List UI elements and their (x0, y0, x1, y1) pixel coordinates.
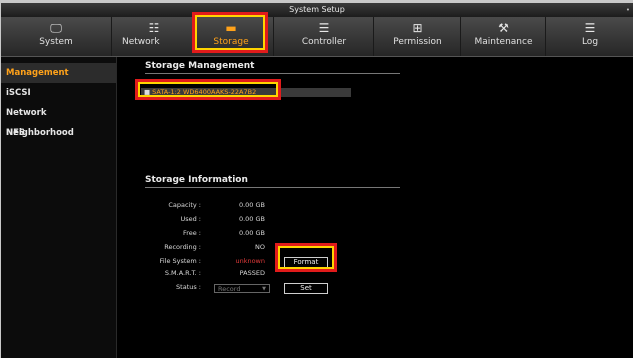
status-select-value: Record (218, 285, 241, 293)
storage-tab-highlight (192, 12, 268, 53)
sidebar-item-network-neighborhood[interactable]: Network Neighborhood (1, 103, 116, 138)
tab-permission[interactable]: ⊞ Permission (373, 17, 461, 56)
chevron-down-icon: ▼ (262, 286, 266, 292)
window-title: System Setup (289, 5, 345, 14)
storage-management-title: Storage Management (145, 61, 400, 74)
disk-highlight (135, 79, 281, 100)
status-label: Status : (176, 283, 201, 291)
permission-icon: ⊞ (412, 21, 423, 35)
log-icon: ☰ (584, 21, 596, 35)
tab-permission-label: Permission (393, 37, 442, 47)
filesystem-value: unknown (235, 257, 265, 265)
used-label: Used : (180, 215, 201, 223)
monitor-icon: 🖵 (50, 21, 62, 35)
filesystem-label: File System : (159, 257, 201, 265)
set-button[interactable]: Set (284, 283, 328, 294)
tab-network-label: Network (122, 37, 160, 47)
format-highlight (275, 243, 337, 272)
capacity-row: Capacity : 0.00 GB (131, 200, 331, 211)
sidebar: Management iSCSI Network Neighborhood NF… (1, 57, 117, 358)
tab-network[interactable]: ☷ Network (111, 17, 196, 56)
used-value: 0.00 GB (238, 215, 265, 223)
sidebar-item-management[interactable]: Management (1, 63, 116, 83)
title-bar: System Setup • (1, 3, 633, 17)
storage-information-title: Storage Information (145, 175, 400, 188)
tab-maintenance-label: Maintenance (474, 37, 533, 47)
window-dot-icon: • (625, 6, 630, 14)
free-label: Free : (182, 229, 201, 237)
tab-maintenance[interactable]: ⚒ Maintenance (460, 17, 546, 56)
sidebar-item-iscsi[interactable]: iSCSI (1, 83, 116, 103)
capacity-label: Capacity : (168, 201, 201, 209)
tab-log[interactable]: ☰ Log (545, 17, 633, 56)
capacity-value: 0.00 GB (238, 201, 265, 209)
free-row: Free : 0.00 GB (131, 228, 331, 239)
tab-log-label: Log (581, 37, 599, 47)
top-navigation: 🖵 System ☷ Network ▬ Storage ☰ Controlle… (1, 17, 633, 57)
tab-controller-label: Controller (301, 37, 347, 47)
recording-label: Recording : (164, 243, 201, 251)
network-icon: ☷ (148, 21, 160, 35)
smart-value: PASSED (239, 269, 265, 277)
controller-icon: ☰ (318, 21, 330, 35)
tools-icon: ⚒ (498, 21, 509, 35)
used-row: Used : 0.00 GB (131, 214, 331, 225)
smart-label: S.M.A.R.T. : (164, 269, 201, 277)
tab-system[interactable]: 🖵 System (1, 17, 111, 56)
tab-system-label: System (39, 37, 73, 47)
recording-value: NO (255, 243, 265, 251)
status-select[interactable]: Record ▼ (214, 284, 270, 293)
tab-controller[interactable]: ☰ Controller (273, 17, 374, 56)
free-value: 0.00 GB (238, 229, 265, 237)
app-window: System Setup • 🖵 System ☷ Network ▬ Stor… (1, 3, 633, 358)
